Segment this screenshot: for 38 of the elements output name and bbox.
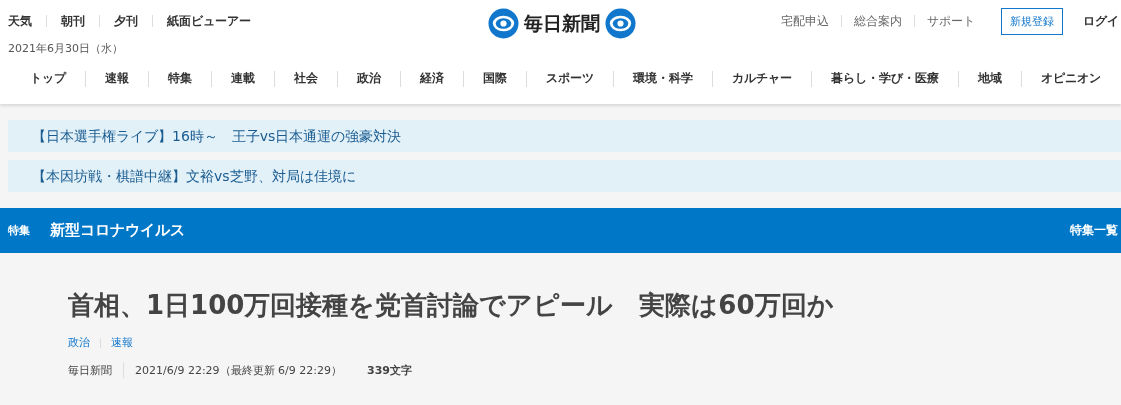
category-link[interactable]: 速報 — [111, 335, 133, 350]
nav-tab[interactable]: トップ — [30, 70, 66, 87]
category-link[interactable]: 政治 — [68, 335, 90, 350]
article-timestamp: 2021/6/9 22:29（最終更新 6/9 22:29） — [135, 362, 342, 378]
nav-tab[interactable]: 地域 — [978, 70, 1002, 87]
news-banner[interactable]: 【日本選手権ライブ】16時～ 王子vs日本通運の強豪対決 — [8, 120, 1121, 152]
feature-label: 特集 — [8, 223, 30, 238]
account-link[interactable]: 宅配申込 — [781, 12, 829, 30]
logo-emblem-icon — [488, 8, 519, 39]
nav-tab[interactable]: 経済 — [420, 70, 444, 87]
nav-tab[interactable]: 環境・科学 — [633, 70, 693, 87]
character-count: 339文字 — [367, 362, 412, 378]
login-link[interactable]: ログイ — [1083, 12, 1119, 30]
nav-tab[interactable]: オピニオン — [1041, 70, 1101, 87]
feature-list-link[interactable]: 特集一覧 — [1070, 222, 1118, 239]
nav-tab[interactable]: カルチャー — [732, 70, 792, 87]
article-source: 毎日新聞 — [68, 362, 112, 378]
nav-tab[interactable]: 暮らし・学び・医療 — [831, 70, 939, 87]
account-link[interactable]: サポート — [927, 12, 975, 30]
news-banner[interactable]: 【本因坊戦・棋譜中継】文裕vs芝野、対局は佳境に — [8, 160, 1121, 192]
current-date: 2021年6月30日（水） — [7, 41, 124, 56]
logo-emblem-icon — [605, 8, 636, 39]
nav-tab[interactable]: 社会 — [294, 70, 318, 87]
top-link[interactable]: 朝刊 — [61, 12, 85, 30]
nav-tab[interactable]: 特集 — [168, 70, 192, 87]
site-logo[interactable]: 毎日新聞 — [524, 10, 600, 37]
top-link[interactable]: 天気 — [8, 12, 32, 30]
top-link[interactable]: 夕刊 — [114, 12, 138, 30]
nav-tab[interactable]: 速報 — [105, 70, 129, 87]
nav-tab[interactable]: スポーツ — [546, 70, 594, 87]
article-headline: 首相、1日100万回接種を党首討論でアピール 実際は60万回か — [68, 289, 835, 321]
register-button[interactable]: 新規登録 — [1001, 7, 1063, 35]
nav-tab[interactable]: 連載 — [231, 70, 255, 87]
account-link[interactable]: 総合案内 — [854, 12, 902, 30]
top-link[interactable]: 紙面ビューアー — [167, 12, 251, 30]
nav-tab[interactable]: 政治 — [357, 70, 381, 87]
feature-title[interactable]: 新型コロナウイルス — [50, 221, 185, 240]
nav-tab[interactable]: 国際 — [483, 70, 507, 87]
